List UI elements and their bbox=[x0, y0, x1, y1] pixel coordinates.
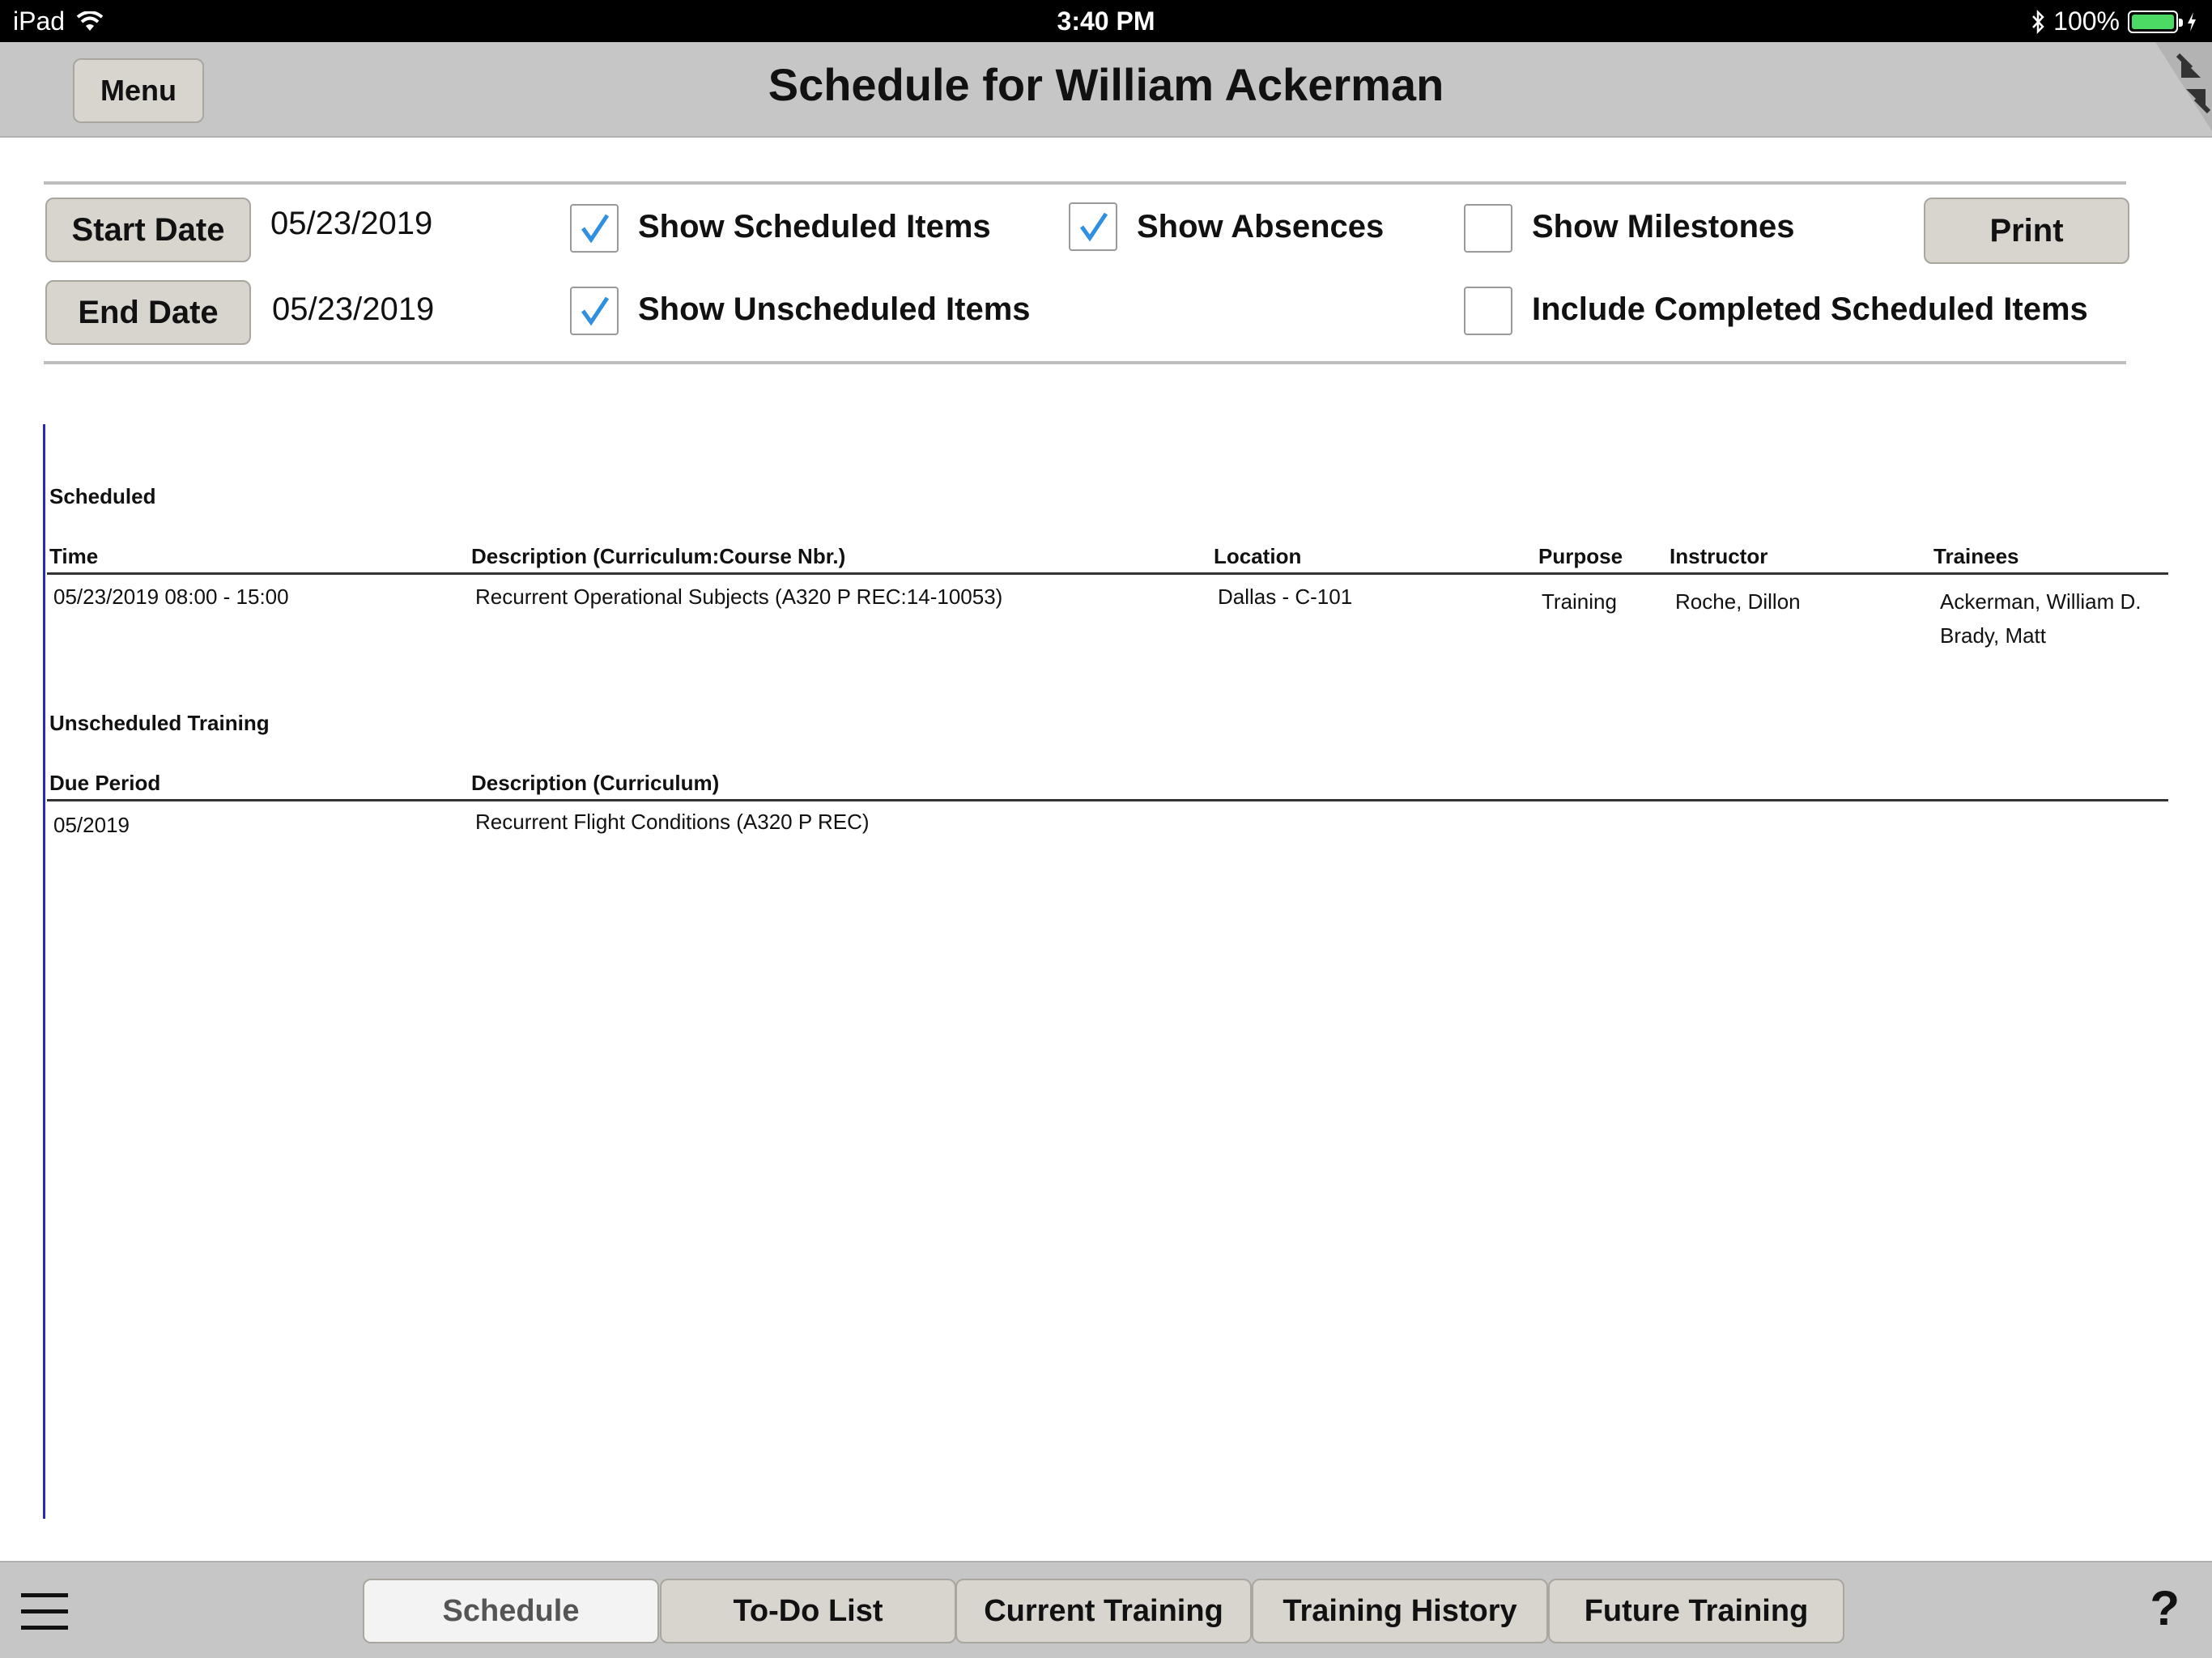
tab-current-training[interactable]: Current Training bbox=[955, 1579, 1252, 1643]
unscheduled-header-rule bbox=[47, 799, 2168, 801]
scheduled-section-title: Scheduled bbox=[49, 484, 156, 508]
row-trainee-1: Ackerman, William D. bbox=[1940, 589, 2142, 614]
col-location-header: Location bbox=[1214, 544, 1302, 568]
row-trainee-2: Brady, Matt bbox=[1940, 623, 2047, 648]
col-purpose-header: Purpose bbox=[1538, 544, 1623, 568]
row-curriculum: Recurrent Flight Conditions (A320 P REC) bbox=[475, 810, 870, 834]
show-scheduled-checkbox[interactable] bbox=[570, 204, 619, 253]
start-date-value[interactable]: 05/23/2019 bbox=[270, 206, 432, 242]
print-button[interactable]: Print bbox=[1924, 198, 2129, 264]
status-bar: iPad 3:40 PM 100% bbox=[0, 0, 2212, 42]
show-absences-checkbox[interactable] bbox=[1069, 202, 1117, 251]
tab-todo-list[interactable]: To-Do List bbox=[660, 1579, 956, 1643]
show-milestones-label: Show Milestones bbox=[1532, 209, 1795, 244]
row-time: 05/23/2019 08:00 - 15:00 bbox=[53, 585, 289, 609]
help-button[interactable]: ? bbox=[2150, 1580, 2180, 1636]
status-time: 3:40 PM bbox=[1057, 6, 1155, 36]
bottom-tab-bar: Schedule To-Do List Current Training Tra… bbox=[0, 1561, 2212, 1658]
filter-bottom-rule bbox=[44, 361, 2126, 364]
row-description: Recurrent Operational Subjects (A320 P R… bbox=[475, 585, 1003, 609]
charging-icon bbox=[2188, 11, 2196, 32]
col-curriculum-header: Description (Curriculum) bbox=[471, 771, 720, 795]
checkmark-icon bbox=[581, 214, 610, 244]
show-milestones-checkbox[interactable] bbox=[1464, 204, 1512, 253]
app-header: Menu Schedule for William Ackerman bbox=[0, 42, 2212, 138]
include-completed-checkbox[interactable] bbox=[1464, 287, 1512, 335]
report-margin-line bbox=[43, 424, 45, 1519]
include-completed-label: Include Completed Scheduled Items bbox=[1532, 291, 2088, 327]
bluetooth-icon bbox=[2032, 9, 2044, 34]
battery-percent: 100% bbox=[2053, 6, 2120, 36]
col-instructor-header: Instructor bbox=[1670, 544, 1768, 568]
tab-schedule[interactable]: Schedule bbox=[363, 1579, 659, 1643]
status-right: 100% bbox=[2031, 6, 2197, 36]
show-absences-label: Show Absences bbox=[1137, 209, 1385, 244]
row-purpose: Training bbox=[1542, 589, 1617, 614]
col-trainees-header: Trainees bbox=[1933, 544, 2019, 568]
checkmark-icon bbox=[581, 296, 610, 326]
col-description-header: Description (Curriculum:Course Nbr.) bbox=[471, 544, 846, 568]
end-date-value[interactable]: 05/23/2019 bbox=[272, 291, 434, 328]
row-location: Dallas - C-101 bbox=[1218, 585, 1353, 609]
end-date-button[interactable]: End Date bbox=[45, 280, 251, 345]
show-scheduled-label: Show Scheduled Items bbox=[638, 209, 991, 244]
page-title: Schedule for William Ackerman bbox=[768, 59, 1444, 110]
row-due-period: 05/2019 bbox=[53, 813, 130, 837]
row-instructor: Roche, Dillon bbox=[1675, 589, 1801, 614]
show-unscheduled-label: Show Unscheduled Items bbox=[638, 291, 1031, 327]
col-due-period-header: Due Period bbox=[49, 771, 161, 795]
show-unscheduled-checkbox[interactable] bbox=[570, 287, 619, 335]
tab-training-history[interactable]: Training History bbox=[1252, 1579, 1548, 1643]
battery-icon bbox=[2128, 10, 2183, 33]
checkmark-icon bbox=[1079, 212, 1108, 242]
hamburger-menu-icon[interactable] bbox=[21, 1592, 68, 1632]
start-date-button[interactable]: Start Date bbox=[45, 198, 251, 262]
collapse-icon[interactable] bbox=[2131, 42, 2212, 131]
scheduled-header-rule bbox=[47, 572, 2168, 575]
col-time-header: Time bbox=[49, 544, 99, 568]
tab-future-training[interactable]: Future Training bbox=[1548, 1579, 1844, 1643]
filter-top-rule bbox=[44, 181, 2126, 185]
unscheduled-section-title: Unscheduled Training bbox=[49, 711, 270, 735]
